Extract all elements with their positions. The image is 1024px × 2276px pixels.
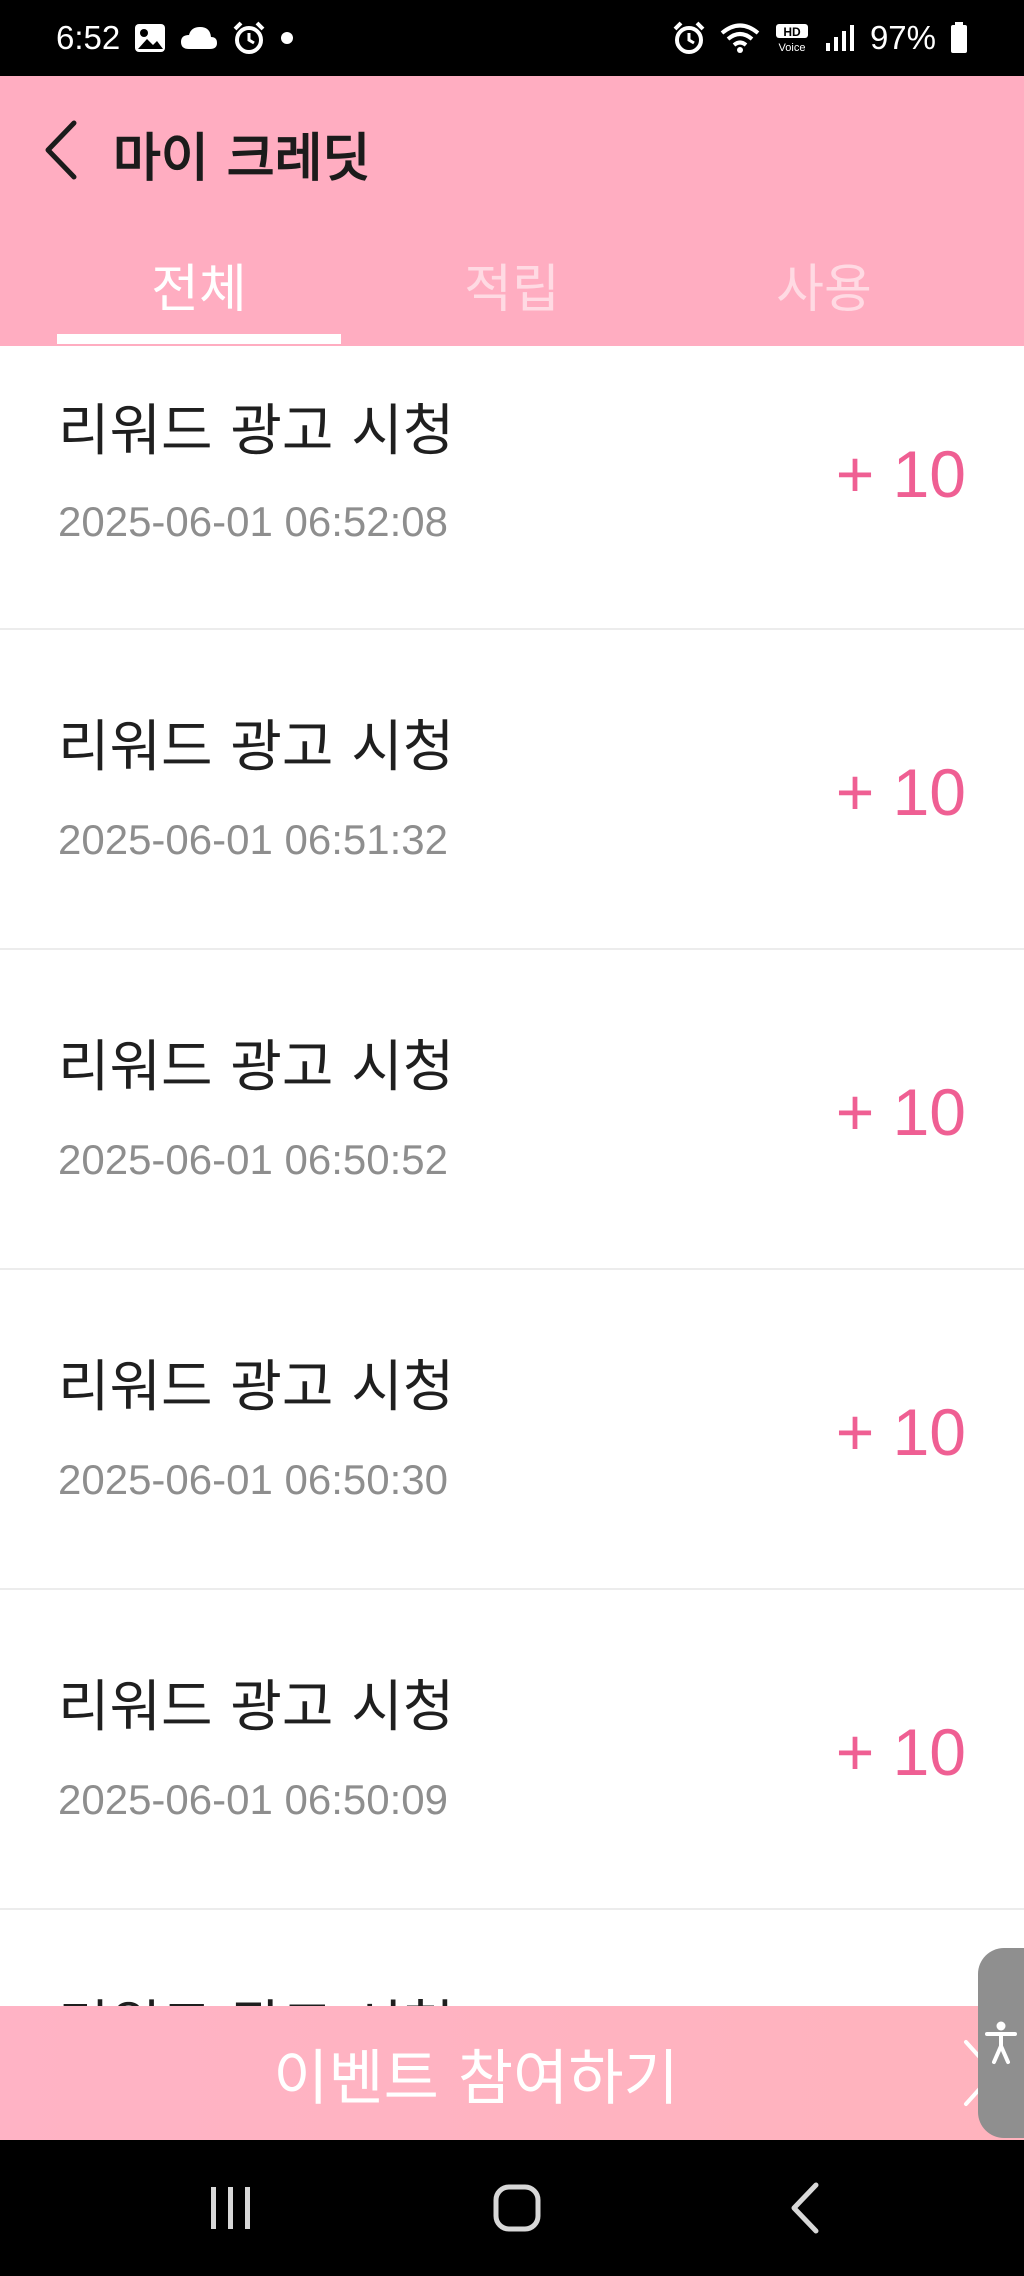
battery-percent: 97% (869, 19, 936, 56)
svg-text:Voice: Voice (778, 42, 805, 54)
list-item[interactable]: 리워드 광고 시청 2025-06-01 06:50:09 + 10 (0, 1590, 1024, 1910)
item-date: 2025-06-01 06:50:09 (58, 1776, 448, 1823)
alarm-icon (672, 21, 706, 55)
status-right: HD Voice 97% (672, 19, 968, 57)
status-left: 6:52 (56, 19, 294, 57)
signal-icon (824, 23, 856, 53)
nav-back-button[interactable] (760, 2170, 850, 2246)
back-icon (791, 2182, 819, 2234)
item-date: 2025-06-01 06:51:32 (58, 816, 448, 863)
item-amount: + 10 (835, 437, 966, 511)
status-bar: 6:52 HD Voice 97% (0, 0, 1024, 76)
item-title: 리워드 광고 시청 (58, 1675, 455, 1740)
tab-all[interactable]: 전체 (57, 222, 341, 346)
dot-icon (280, 31, 294, 45)
item-title: 리워드 광고 시청 (58, 399, 455, 464)
header-row: 마이 크레딧 (0, 76, 1024, 222)
cloud-icon (180, 25, 218, 51)
chevron-left-icon (45, 120, 77, 180)
item-amount: + 10 (835, 1075, 966, 1149)
back-button[interactable] (28, 114, 92, 186)
svg-text:HD: HD (783, 25, 801, 39)
screen: 6:52 HD Voice 97% 마이 크레딧 전체 적립 사용 리워드 광고… (0, 0, 1024, 2276)
accessibility-icon (985, 2021, 1017, 2064)
home-button[interactable] (472, 2170, 562, 2246)
active-tab-indicator (57, 334, 341, 344)
system-nav-bar (0, 2140, 1024, 2276)
hd-voice-icon: HD Voice (774, 22, 810, 54)
tab-bar: 전체 적립 사용 (0, 222, 1024, 346)
item-date: 2025-06-01 06:50:30 (58, 1456, 448, 1503)
item-amount: + 10 (835, 1395, 966, 1469)
accessibility-button[interactable] (978, 1948, 1024, 2138)
item-amount: + 10 (835, 755, 966, 829)
image-icon (134, 23, 166, 53)
event-label: 이벤트 참여하기 (273, 2043, 679, 2114)
battery-icon (950, 22, 968, 54)
list-item[interactable]: 리워드 광고 시청 2025-06-01 06:50:30 + 10 (0, 1270, 1024, 1590)
tab-earned[interactable]: 적립 (370, 222, 654, 346)
item-amount: + 10 (835, 1715, 966, 1789)
item-date: 2025-06-01 06:52:08 (58, 498, 448, 545)
tab-used[interactable]: 사용 (682, 222, 966, 346)
list-item[interactable]: 리워드 광고 시청 2025-06-01 06:52:08 + 10 (0, 346, 1024, 630)
status-time: 6:52 (56, 19, 121, 56)
list-item[interactable]: 리워드 광고 시청 2025-06-01 06:51:32 + 10 (0, 630, 1024, 950)
item-date: 2025-06-01 06:50:52 (58, 1136, 448, 1183)
alarm-icon (232, 21, 266, 55)
app-header: 마이 크레딧 전체 적립 사용 (0, 76, 1024, 346)
wifi-icon (720, 22, 760, 54)
item-title: 리워드 광고 시청 (58, 1355, 455, 1420)
recent-apps-icon (211, 2187, 250, 2229)
recent-apps-button[interactable] (186, 2170, 276, 2246)
list-item[interactable]: 리워드 광고 시청 2025-06-01 06:50:52 + 10 (0, 950, 1024, 1270)
item-title: 리워드 광고 시청 (58, 1035, 455, 1100)
page-title: 마이 크레딧 (113, 129, 371, 189)
item-title: 리워드 광고 시청 (58, 715, 455, 780)
event-banner[interactable]: 이벤트 참여하기 (0, 2006, 1024, 2140)
home-icon (493, 2184, 541, 2232)
